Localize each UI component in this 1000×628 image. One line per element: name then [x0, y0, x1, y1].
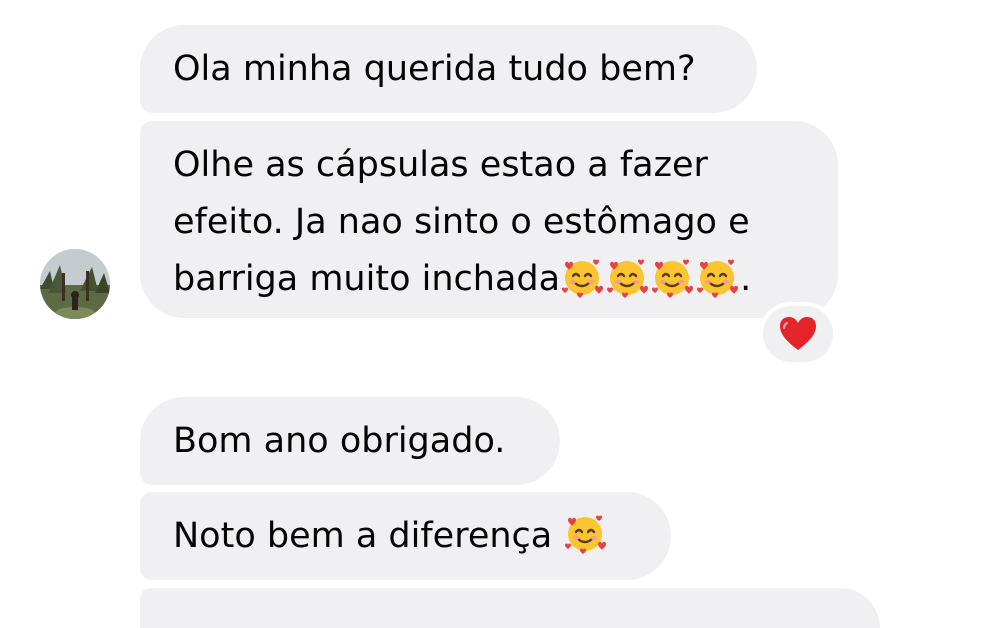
message-text: barriga muito inchada: [173, 259, 561, 299]
avatar[interactable]: [40, 249, 110, 319]
message-bubble[interactable]: Ola minha querida tudo bem?: [140, 25, 757, 113]
message-bubble[interactable]: Bom ano obrigado.: [140, 397, 560, 485]
message-text: .: [740, 259, 752, 299]
message-bubble-partial[interactable]: [140, 588, 880, 628]
message-text: Noto bem a diferença: [173, 516, 564, 556]
message-text: Bom ano obrigado.: [173, 421, 506, 461]
message-text-line: Noto bem a diferença: [173, 508, 671, 565]
reaction-badge[interactable]: [763, 306, 833, 362]
red-heart-icon: [780, 317, 816, 350]
avatar-photo: [40, 249, 110, 319]
smiling-face-with-hearts-icon: [650, 255, 694, 299]
message-text-line: barriga muito inchada.: [173, 251, 838, 308]
smiling-face-with-hearts-icon: [695, 255, 739, 299]
smiling-face-with-hearts-icon: [605, 255, 649, 299]
message-bubble[interactable]: Olhe as cápsulas estao a fazer efeito. J…: [140, 121, 838, 318]
smiling-face-with-hearts-icon: [563, 511, 607, 555]
message-text: efeito. Ja nao sinto o estômago e: [173, 202, 750, 242]
message-text: Olhe as cápsulas estao a fazer: [173, 145, 708, 185]
smiling-face-with-hearts-icon: [560, 255, 604, 299]
emoji-row: [560, 252, 740, 309]
message-text: Ola minha querida tudo bem?: [173, 49, 696, 89]
message-bubble[interactable]: Noto bem a diferença: [140, 492, 671, 580]
